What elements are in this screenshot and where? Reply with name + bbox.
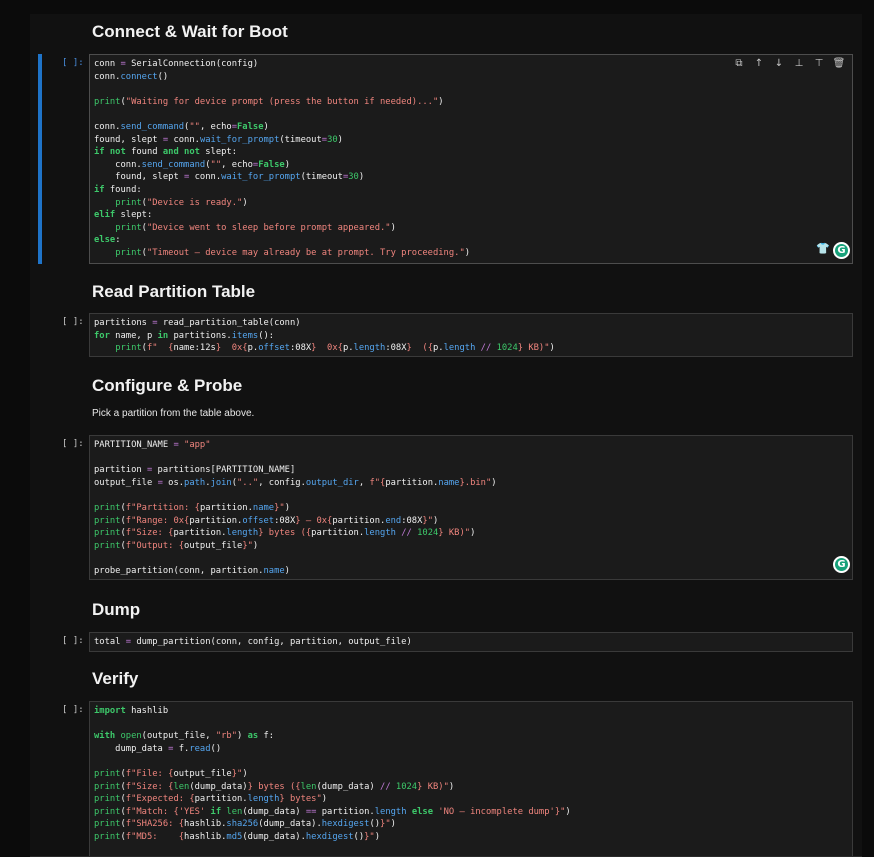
code-cell-connect[interactable]: [ ]: ⧉ ↑ ↓ ⊥ ⊤ 🗑 conn = SerialConnection… xyxy=(30,54,862,264)
copy-icon[interactable]: ⧉ xyxy=(732,57,746,71)
move-down-icon[interactable]: ↓ xyxy=(772,57,786,71)
code-text[interactable]: conn = SerialConnection(config) conn.con… xyxy=(90,55,852,263)
code-cell-dump[interactable]: [ ]: total = dump_partition(conn, config… xyxy=(30,632,862,652)
code-editor-dump[interactable]: total = dump_partition(conn, config, par… xyxy=(89,632,853,652)
code-text[interactable]: PARTITION_NAME = "app" partition = parti… xyxy=(90,436,852,581)
code-text[interactable]: total = dump_partition(conn, config, par… xyxy=(90,633,852,652)
section-heading-connect: Connect & Wait for Boot xyxy=(92,22,288,41)
code-cell-configure[interactable]: [ ]: PARTITION_NAME = "app" partition = … xyxy=(30,435,862,580)
section-heading-configure: Configure & Probe xyxy=(92,376,243,395)
section-heading-verify: Verify xyxy=(92,669,139,688)
section-heading-dump: Dump xyxy=(92,600,141,619)
execution-prompt: [ ]: xyxy=(62,439,84,449)
insert-above-icon[interactable]: ⊤ xyxy=(812,57,826,71)
move-up-icon[interactable]: ↑ xyxy=(752,57,766,71)
grammarly-icon[interactable]: G xyxy=(833,242,850,259)
execution-prompt: [ ]: xyxy=(62,58,84,68)
execution-prompt: [ ]: xyxy=(62,636,84,646)
code-cell-partition-table[interactable]: [ ]: partitions = read_partition_table(c… xyxy=(30,313,862,357)
code-editor-configure[interactable]: PARTITION_NAME = "app" partition = parti… xyxy=(89,435,853,580)
code-text[interactable]: import hashlib with open(output_file, "r… xyxy=(90,702,852,847)
markdown-cell-partition-table[interactable]: Read Partition Table xyxy=(92,282,255,302)
markdown-cell-configure[interactable]: Configure & Probe Pick a partition from … xyxy=(92,376,254,419)
delete-icon[interactable]: 🗑 xyxy=(832,57,846,71)
markdown-cell-dump[interactable]: Dump xyxy=(92,600,140,620)
markdown-cell-verify[interactable]: Verify xyxy=(92,669,138,689)
configure-description: Pick a partition from the table above. xyxy=(92,408,255,419)
code-cell-verify[interactable]: [ ]: import hashlib with open(output_fil… xyxy=(30,701,862,857)
execution-prompt: [ ]: xyxy=(62,705,84,715)
section-heading-partition-table: Read Partition Table xyxy=(92,282,256,301)
insert-below-icon[interactable]: ⊥ xyxy=(792,57,806,71)
markdown-cell-connect[interactable]: Connect & Wait for Boot xyxy=(92,22,288,42)
code-text[interactable]: partitions = read_partition_table(conn) … xyxy=(90,314,852,358)
grammarly-icon[interactable]: G xyxy=(833,556,850,573)
execution-prompt: [ ]: xyxy=(62,317,84,327)
code-editor-verify[interactable]: import hashlib with open(output_file, "r… xyxy=(89,701,853,857)
tshirt-icon[interactable]: 👕 xyxy=(816,243,830,255)
cell-toolbar: ⧉ ↑ ↓ ⊥ ⊤ 🗑 xyxy=(732,57,846,71)
code-editor-connect[interactable]: ⧉ ↑ ↓ ⊥ ⊤ 🗑 conn = SerialConnection(conf… xyxy=(89,54,853,264)
notebook-panel: Connect & Wait for Boot [ ]: ⧉ ↑ ↓ ⊥ ⊤ 🗑… xyxy=(30,14,862,857)
code-editor-partition-table[interactable]: partitions = read_partition_table(conn) … xyxy=(89,313,853,357)
